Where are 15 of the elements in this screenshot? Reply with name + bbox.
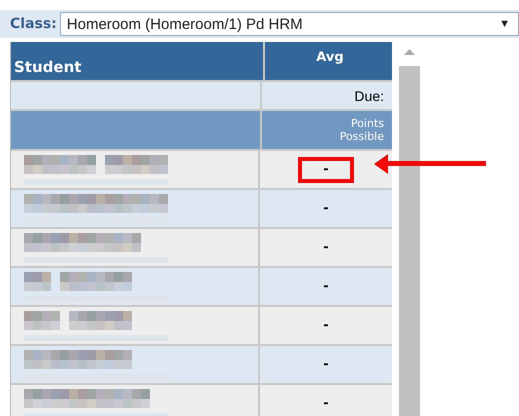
class-label: Class:	[10, 16, 57, 32]
average-value: -	[323, 318, 329, 333]
class-dropdown[interactable]: Homeroom (Homeroom/1) Pd HRM ▼	[60, 12, 519, 36]
column-header: Avg	[315, 49, 345, 67]
average-value: -	[323, 357, 329, 372]
points-possible-label: Points Possible	[338, 116, 384, 144]
column-header: Student	[11, 42, 265, 80]
scrollbar-thumb[interactable]	[399, 66, 420, 416]
average-value: -	[323, 162, 329, 177]
arrow-icon	[374, 153, 486, 175]
average-value: -	[323, 396, 329, 411]
average-value: -	[323, 240, 329, 255]
due-label: Due:	[354, 88, 384, 104]
average-value: -	[323, 201, 329, 216]
average-value: -	[323, 279, 329, 294]
